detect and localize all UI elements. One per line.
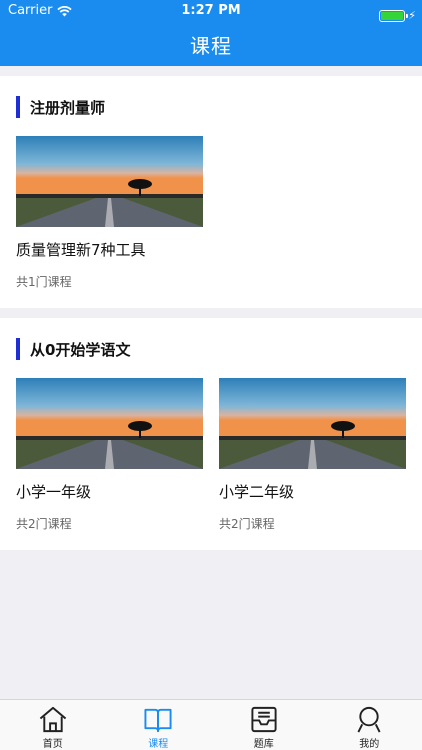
course-count: 共2门课程 [219,517,275,531]
course-name: 质量管理新7种工具 [16,241,146,259]
section-title: 注册剂量师 [30,98,106,117]
status-time: 1:27 PM [181,3,241,18]
course-name: 小学二年级 [219,483,295,501]
person-icon [357,706,381,733]
course-card[interactable]: 质量管理新7种工具 共1门课程 [16,136,203,290]
tab-label: 首页 [42,739,63,750]
tab-label: 我的 [359,739,380,750]
course-section: 注册剂量师 质量管理新7种工具 共1门课程 [0,76,422,308]
course-thumbnail [16,378,203,469]
course-name: 小学一年级 [16,483,92,501]
section-accent-bar [16,338,20,360]
tab-question-bank[interactable]: 题库 [211,700,317,750]
tab-home[interactable]: 首页 [0,700,106,750]
tab-label: 课程 [148,739,169,750]
book-icon [144,708,172,733]
section-accent-bar [16,96,20,118]
section-header: 注册剂量师 [16,96,406,118]
section-title: 从0开始学语文 [30,340,131,359]
course-row: 小学一年级 共2门课程 小学二年级 共2门课程 [16,378,406,532]
status-bar: Carrier 1:27 PM ⚡ [0,0,422,22]
charging-icon: ⚡ [408,9,416,22]
page-title: 课程 [190,34,232,58]
course-section: 从0开始学语文 小学一年级 共2门课程 小学二年级 共2门课程 [0,318,422,550]
tab-profile[interactable]: 我的 [317,700,422,750]
course-card[interactable]: 小学一年级 共2门课程 [16,378,203,532]
status-right: ⚡ [379,5,416,27]
home-icon [39,706,66,733]
tab-courses[interactable]: 课程 [106,700,212,750]
course-row: 质量管理新7种工具 共1门课程 [16,136,406,290]
section-header: 从0开始学语文 [16,338,406,360]
tab-label: 题库 [253,739,274,750]
tray-icon [251,706,277,733]
course-count: 共1门课程 [16,275,72,289]
course-card[interactable]: 小学二年级 共2门课程 [219,378,406,532]
battery-icon [379,10,409,22]
tab-bar: 首页 课程 题库 我的 [0,699,422,750]
top-bar: Carrier 1:27 PM ⚡ 课程 [0,0,422,66]
course-thumbnail [16,136,203,227]
course-thumbnail [219,378,406,469]
course-count: 共2门课程 [16,517,72,531]
